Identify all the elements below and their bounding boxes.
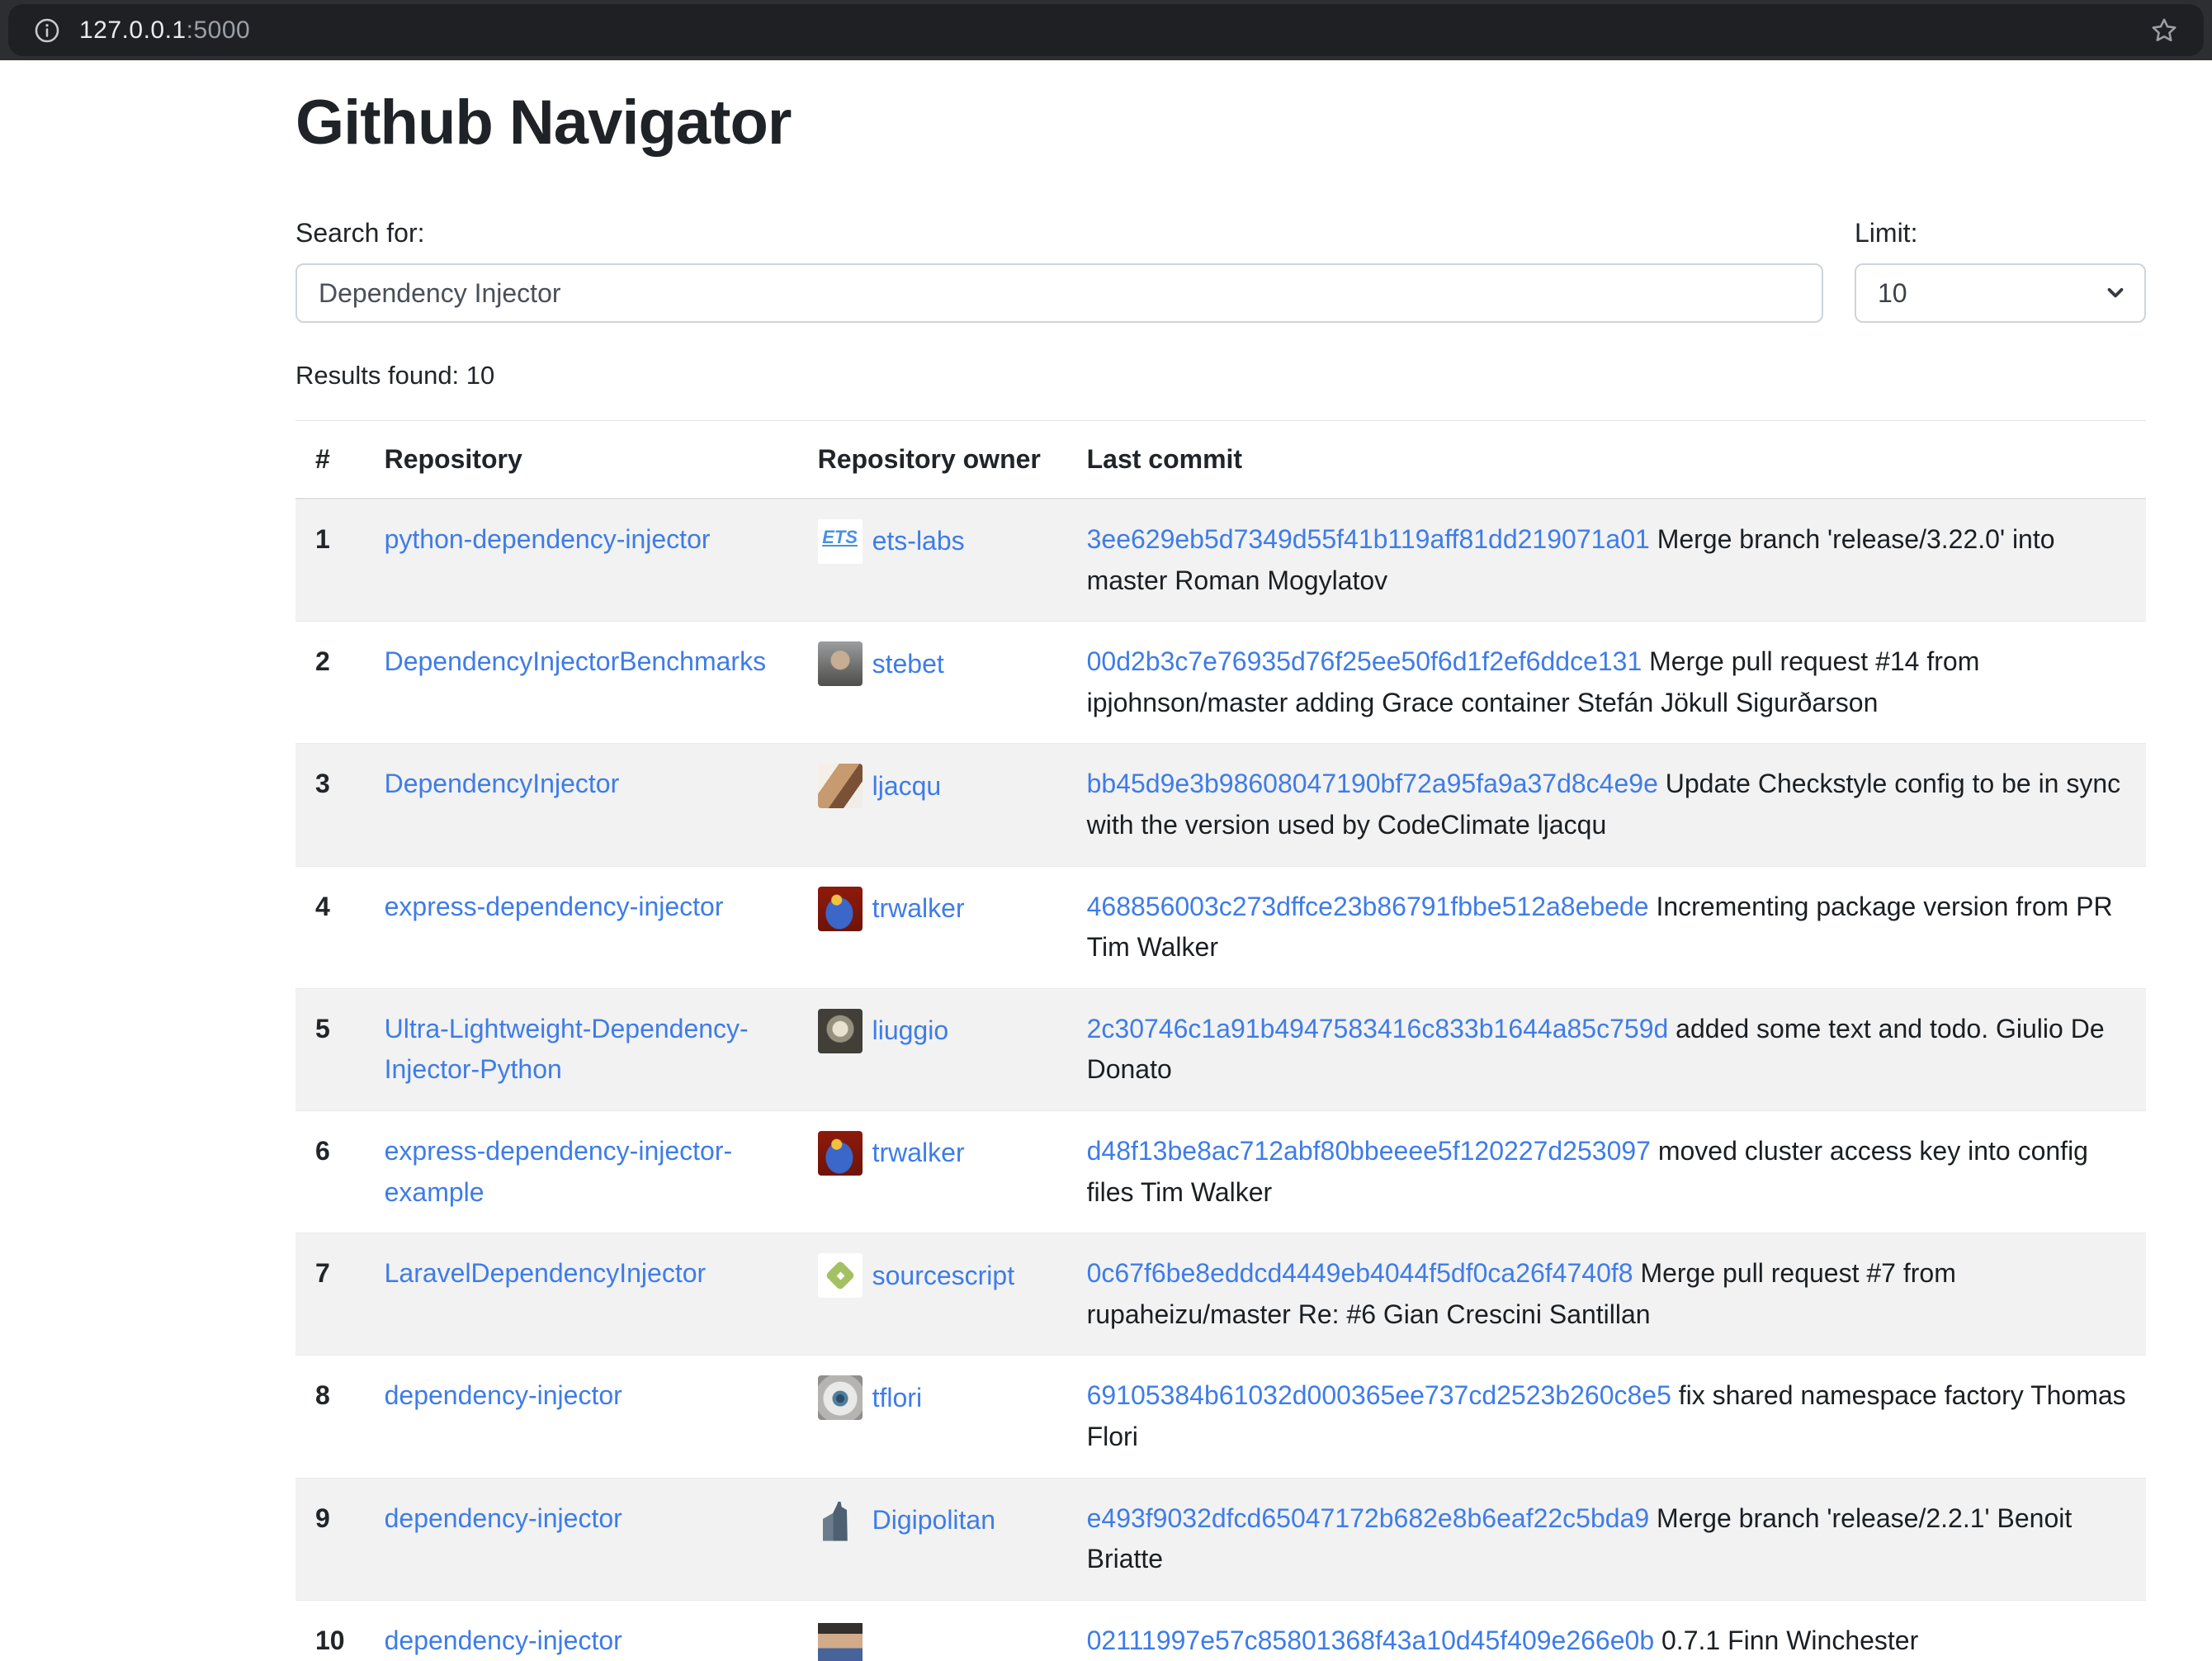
owner-avatar-icon [818, 887, 863, 931]
row-number: 2 [295, 622, 365, 744]
repository-link[interactable]: LaravelDependencyInjector [385, 1258, 707, 1288]
url-text: 127.0.0.1:5000 [79, 17, 250, 45]
row-number: 4 [295, 866, 365, 988]
repository-link[interactable]: DependencyInjectorBenchmarks [385, 646, 766, 676]
repository-owner-link[interactable]: stebet [818, 647, 944, 677]
commit-hash-link[interactable]: 02111997e57c85801368f43a10d45f409e266e0b [1087, 1626, 1655, 1655]
owner-name: trwalker [872, 893, 965, 923]
col-header-last-commit: Last commit [1067, 421, 2146, 499]
commit-hash-link[interactable]: bb45d9e3b98608047190bf72a95fa9a37d8c4e9e [1087, 769, 1658, 798]
table-row: 4 express-dependency-injector trwalker 4… [295, 866, 2146, 988]
owner-avatar-icon [818, 1621, 863, 1661]
bookmark-star-icon[interactable] [2149, 16, 2179, 45]
owner-avatar-icon: ETS [818, 519, 863, 564]
owner-avatar-icon [818, 1009, 863, 1053]
page-info-icon[interactable] [33, 17, 61, 45]
table-row: 1 python-dependency-injector ETSets-labs… [295, 499, 2146, 622]
repository-link[interactable]: DependencyInjector [385, 769, 620, 798]
owner-name: sourcescript [872, 1260, 1015, 1290]
page-content: Github Navigator Search for: Limit: 10 R… [0, 87, 2212, 1661]
row-number: 1 [295, 499, 365, 622]
row-number: 7 [295, 1233, 365, 1356]
repository-link[interactable]: dependency-injector [385, 1503, 622, 1533]
commit-hash-link[interactable]: d48f13be8ac712abf80bbeeee5f120227d253097 [1087, 1136, 1651, 1166]
commit-hash-link[interactable]: 3ee629eb5d7349d55f41b119aff81dd219071a01 [1087, 524, 1650, 554]
owner-name: ljacqu [872, 771, 942, 801]
repository-link[interactable]: express-dependency-injector [385, 892, 724, 921]
row-number: 9 [295, 1478, 365, 1600]
url-host: 127.0.0.1 [79, 17, 187, 44]
address-bar[interactable]: 127.0.0.1:5000 [8, 4, 2204, 56]
repository-owner-link[interactable]: Digipolitan [818, 1503, 995, 1533]
search-input[interactable] [295, 263, 1823, 323]
commit-hash-link[interactable]: 468856003c273dffce23b86791fbbe512a8ebede [1087, 892, 1649, 921]
col-header-num: # [295, 421, 365, 499]
browser-toolbar: 127.0.0.1:5000 [0, 0, 2212, 60]
commit-message: 0.7.1 Finn Winchester [1661, 1626, 1918, 1655]
repository-owner-link[interactable]: trwalker [818, 892, 965, 921]
repository-owner-link[interactable]: sourcescript [818, 1259, 1015, 1289]
url-port: :5000 [187, 17, 251, 44]
search-form: Search for: Limit: 10 [295, 218, 2146, 323]
commit-hash-link[interactable]: 2c30746c1a91b4947583416c833b1644a85c759d [1087, 1014, 1669, 1043]
limit-group: Limit: 10 [1855, 218, 2146, 323]
col-header-owner: Repository owner [798, 421, 1067, 499]
repository-link[interactable]: python-dependency-injector [385, 524, 711, 554]
commit-hash-link[interactable]: e493f9032dfcd65047172b682e8b6eaf22c5bda9 [1087, 1503, 1650, 1533]
commit-hash-link[interactable]: 69105384b61032d000365ee737cd2523b260c8e5 [1087, 1380, 1671, 1410]
repository-owner-link[interactable]: tflori [818, 1381, 922, 1411]
limit-select[interactable]: 10 [1855, 263, 2146, 323]
owner-name: Digipolitan [872, 1505, 995, 1535]
table-row: 3 DependencyInjector ljacqu bb45d9e3b986… [295, 744, 2146, 866]
owner-avatar-icon [818, 1498, 863, 1543]
table-row: 9 dependency-injector Digipolitan e493f9… [295, 1478, 2146, 1600]
table-header-row: # Repository Repository owner Last commi… [295, 421, 2146, 499]
table-row: 5 Ultra-Lightweight-Dependency-Injector-… [295, 988, 2146, 1110]
table-row: 8 dependency-injector tflori 69105384b61… [295, 1356, 2146, 1478]
repository-owner-link[interactable]: FinnWinchester [818, 1626, 1001, 1661]
owner-name: ets-labs [872, 526, 965, 556]
search-label: Search for: [295, 218, 1823, 248]
owner-name: stebet [872, 648, 944, 678]
repository-owner-link[interactable]: liuggio [818, 1014, 949, 1043]
repository-link[interactable]: express-dependency-injector-example [385, 1136, 733, 1207]
owner-name: tflori [872, 1383, 922, 1413]
commit-hash-link[interactable]: 0c67f6be8eddcd4449eb4044f5df0ca26f4740f8 [1087, 1258, 1633, 1288]
table-row: 6 express-dependency-injector-example tr… [295, 1110, 2146, 1233]
commit-hash-link[interactable]: 00d2b3c7e76935d76f25ee50f6d1f2ef6ddce131 [1087, 646, 1642, 676]
page-title: Github Navigator [295, 87, 2146, 159]
repository-link[interactable]: dependency-injector [385, 1626, 622, 1655]
repository-owner-link[interactable]: ljacqu [818, 769, 942, 799]
owner-name: liuggio [872, 1015, 949, 1045]
owner-avatar-icon [818, 1131, 863, 1176]
row-number: 6 [295, 1110, 365, 1233]
results-table-body: 1 python-dependency-injector ETSets-labs… [295, 499, 2146, 1661]
row-number: 5 [295, 988, 365, 1110]
col-header-repository: Repository [365, 421, 798, 499]
results-summary: Results found: 10 [295, 361, 2146, 390]
owner-name: trwalker [872, 1138, 965, 1167]
repository-link[interactable]: dependency-injector [385, 1380, 622, 1410]
row-number: 8 [295, 1356, 365, 1478]
limit-label: Limit: [1855, 218, 2146, 248]
owner-avatar-icon [818, 641, 863, 686]
table-row: 2 DependencyInjectorBenchmarks stebet 00… [295, 622, 2146, 744]
search-group: Search for: [295, 218, 1823, 323]
owner-avatar-icon [818, 764, 863, 808]
table-row: 7 LaravelDependencyInjector sourcescript… [295, 1233, 2146, 1356]
row-number: 3 [295, 744, 365, 866]
table-row: 10 dependency-injector FinnWinchester 02… [295, 1600, 2146, 1661]
repository-owner-link[interactable]: trwalker [818, 1136, 965, 1166]
repository-owner-link[interactable]: ETSets-labs [818, 524, 965, 554]
results-table: # Repository Repository owner Last commi… [295, 420, 2146, 1661]
owner-avatar-icon [818, 1375, 863, 1420]
owner-avatar-icon [818, 1253, 863, 1298]
repository-link[interactable]: Ultra-Lightweight-Dependency-Injector-Py… [385, 1014, 749, 1085]
row-number: 10 [295, 1600, 365, 1661]
